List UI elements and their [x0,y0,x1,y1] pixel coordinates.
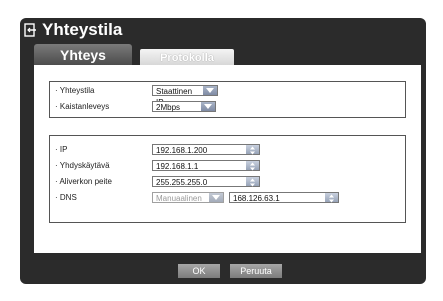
connection-mode-label: · Yhteystila [55,86,95,95]
ok-button[interactable]: OK [178,264,220,278]
subnet-field[interactable]: 255.255.255.0 [152,176,260,187]
network-settings-window: Yhteystila Yhteys Protokolla · Yhteystil… [20,18,426,284]
window-title: Yhteystila [42,20,123,39]
dns-row: · DNS Manuaalinen 168.126.63.1 [50,191,405,205]
connection-group: · Yhteystila Staattinen IP · Kaistanleve… [49,81,406,118]
subnet-row: · Aliverkon peite 255.255.255.0 [50,175,405,189]
spinner-icon[interactable] [246,177,259,187]
dns-mode-value: Manuaalinen [156,194,202,203]
connection-mode-row: · Yhteystila Staattinen IP [50,84,405,107]
subnet-value: 255.255.255.0 [156,178,208,187]
exit-icon [24,23,36,37]
tab-protokolla[interactable]: Protokolla [140,49,234,66]
settings-panel: · Yhteystila Staattinen IP · Kaistanleve… [34,65,421,253]
title-bar: Yhteystila [20,18,426,44]
gateway-value: 192.168.1.1 [156,162,199,171]
dns-label: · DNS [55,193,77,202]
spinner-icon[interactable] [246,161,259,171]
chevron-down-icon[interactable] [209,193,223,202]
spinner-icon[interactable] [325,193,338,203]
spinner-icon[interactable] [246,145,259,155]
cancel-button[interactable]: Peruuta [230,264,282,278]
ip-row: · IP 192.168.1.200 [50,143,405,157]
bandwidth-row: · Kaistanleveys 2Mbps [50,100,405,114]
dns-mode-select[interactable]: Manuaalinen [152,192,224,203]
chevron-down-icon[interactable] [201,102,215,111]
connection-mode-select[interactable]: Staattinen IP [152,85,218,107]
gateway-row: · Yhdyskäytävä 192.168.1.1 [50,159,405,173]
tab-yhteys[interactable]: Yhteys [34,44,132,66]
gateway-field[interactable]: 192.168.1.1 [152,160,260,171]
bandwidth-value: 2Mbps [156,103,181,112]
bandwidth-select[interactable]: 2Mbps [152,101,216,112]
chevron-down-icon[interactable] [203,86,217,95]
dns-field[interactable]: 168.126.63.1 [229,192,339,203]
ip-label: · IP [55,145,68,154]
ip-value: 192.168.1.200 [156,146,208,155]
bandwidth-label: · Kaistanleveys [55,102,110,111]
tab-bar: Yhteys Protokolla [30,44,424,66]
subnet-label: · Aliverkon peite [55,177,112,186]
gateway-label: · Yhdyskäytävä [55,161,110,170]
dns-value: 168.126.63.1 [233,194,280,203]
network-group: · IP 192.168.1.200 · Yhdyskäytävä 192.16… [49,135,406,223]
ip-field[interactable]: 192.168.1.200 [152,144,260,155]
